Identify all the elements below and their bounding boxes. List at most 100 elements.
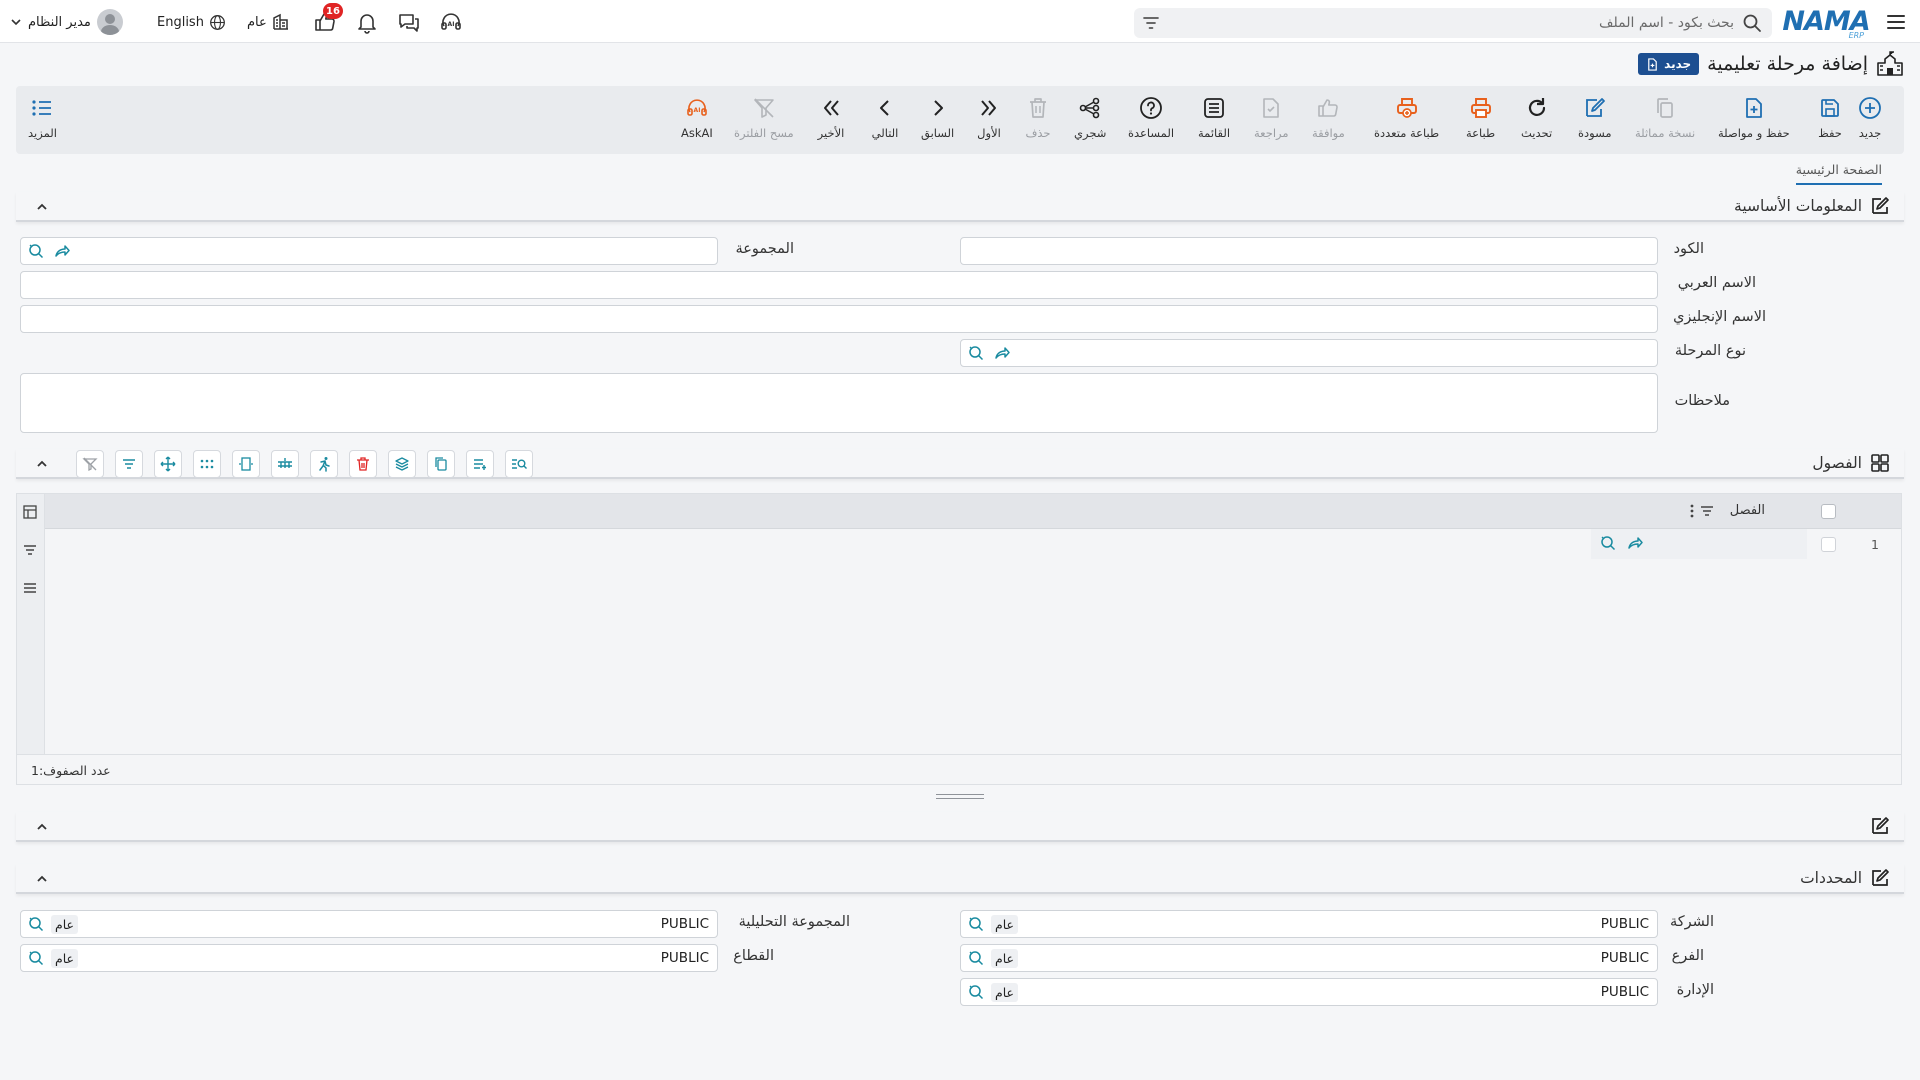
search-icon[interactable] — [1742, 13, 1762, 33]
previous-record-button[interactable]: السابق — [921, 94, 954, 146]
arabic-name-field[interactable] — [20, 271, 1658, 299]
ask-ai-button[interactable]: AI AskAI — [681, 94, 713, 146]
chevron-up-icon[interactable] — [32, 817, 52, 837]
list-button[interactable]: القائمة — [1198, 94, 1230, 146]
grid-runner-button[interactable] — [310, 450, 338, 478]
column-filter-icon[interactable] — [1699, 503, 1715, 519]
notes-field[interactable] — [20, 373, 1658, 433]
grid-clear-filter-button[interactable] — [76, 450, 104, 478]
company-field[interactable]: عام PUBLIC — [960, 910, 1658, 938]
duplicate-button[interactable]: نسخة مماثلة — [1635, 94, 1695, 146]
hamburger-menu-icon[interactable] — [1882, 8, 1910, 36]
grid-copy-button[interactable] — [427, 450, 455, 478]
language-switch[interactable]: English — [157, 10, 226, 34]
lookup-search-icon[interactable] — [1599, 534, 1617, 552]
lookup-search-icon[interactable] — [27, 915, 45, 933]
open-link-icon[interactable] — [1626, 534, 1644, 552]
language-label: English — [157, 14, 204, 30]
columns-panel-icon[interactable] — [22, 504, 38, 520]
school-icon — [1876, 51, 1904, 77]
ai-assistant-icon[interactable]: AI — [437, 9, 465, 35]
chat-icon[interactable] — [395, 9, 423, 35]
stage-type-field[interactable] — [960, 339, 1658, 367]
department-selector[interactable]: عام — [247, 10, 291, 34]
refresh-button[interactable]: تحديث — [1521, 94, 1552, 146]
last-record-button[interactable]: الأخير — [817, 94, 845, 146]
department-field[interactable]: عام PUBLIC — [960, 978, 1658, 1006]
search-filter-icon[interactable] — [1142, 14, 1160, 32]
analytic-group-field[interactable]: عام PUBLIC — [20, 910, 718, 938]
trash-icon — [1024, 94, 1052, 122]
lookup-search-icon[interactable] — [27, 949, 45, 967]
menu-panel-icon[interactable] — [22, 580, 38, 596]
classes-section-header[interactable]: الفصول — [16, 449, 1904, 479]
grid-layers-button[interactable] — [388, 450, 416, 478]
branch-label: الفرع — [1671, 948, 1704, 964]
open-link-icon[interactable] — [993, 344, 1011, 362]
column-menu-icon[interactable] — [1689, 503, 1695, 519]
basic-info-section-header[interactable]: المعلومات الأساسية — [16, 192, 1904, 222]
approvals-icon[interactable]: 16 — [311, 3, 343, 35]
branch-field[interactable]: عام PUBLIC — [960, 944, 1658, 972]
select-all-checkbox[interactable] — [1821, 504, 1836, 519]
grid-move-button[interactable] — [154, 450, 182, 478]
row-checkbox[interactable] — [1821, 537, 1836, 552]
more-button[interactable]: المزيد — [28, 94, 57, 146]
lookup-search-icon[interactable] — [967, 344, 985, 362]
untitled-section-header[interactable] — [16, 812, 1904, 842]
english-name-field[interactable] — [20, 305, 1658, 333]
grid-resize-handle[interactable] — [936, 793, 984, 801]
delete-button[interactable]: حذف — [1024, 94, 1052, 146]
file-check-icon — [1257, 94, 1285, 122]
grid-add-lines-button[interactable] — [466, 450, 494, 478]
lookup-search-icon[interactable] — [27, 242, 45, 260]
app-logo[interactable]: NAMA ERP — [1782, 4, 1870, 41]
search-input[interactable] — [1194, 8, 1734, 38]
save-continue-button[interactable]: حفظ و مواصلة — [1718, 94, 1790, 146]
user-menu[interactable]: مدير النظام — [10, 6, 123, 38]
column-header-class[interactable]: الفصل — [1730, 503, 1765, 518]
tab-main-page[interactable]: الصفحة الرئيسية — [1795, 162, 1882, 185]
tree-button[interactable]: شجري — [1074, 94, 1106, 146]
grid-dots-button[interactable] — [193, 450, 221, 478]
review-button[interactable]: مراجعة — [1254, 94, 1289, 146]
next-record-button[interactable]: التالي — [871, 94, 899, 146]
bell-icon[interactable] — [353, 9, 381, 35]
open-link-icon[interactable] — [53, 242, 71, 260]
classes-grid: الفصل 1 عدد الصفوف:1 — [16, 493, 1902, 785]
filter-panel-icon[interactable] — [22, 542, 38, 558]
class-cell[interactable] — [1591, 529, 1807, 559]
grid-delete-button[interactable] — [349, 450, 377, 478]
grid-fit-columns-button[interactable] — [232, 450, 260, 478]
save-icon — [1816, 94, 1844, 122]
group-field[interactable] — [20, 237, 718, 265]
svg-text:AI: AI — [448, 21, 455, 28]
table-row[interactable]: 1 — [45, 529, 1901, 559]
lookup-search-icon[interactable] — [967, 983, 985, 1001]
department-value: PUBLIC — [1600, 984, 1649, 1000]
grid-filter-button[interactable] — [115, 450, 143, 478]
list-icon — [1200, 94, 1228, 122]
lookup-search-icon[interactable] — [967, 915, 985, 933]
chevron-up-icon[interactable] — [32, 869, 52, 889]
print-button[interactable]: طباعة — [1466, 94, 1495, 146]
plus-circle-icon — [1856, 94, 1884, 122]
chevron-up-icon[interactable] — [32, 197, 52, 217]
save-button[interactable]: حفظ — [1816, 94, 1844, 146]
tree-icon — [1076, 94, 1104, 122]
draft-button[interactable]: مسودة — [1578, 94, 1612, 146]
grid-insert-row-button[interactable] — [271, 450, 299, 478]
first-record-button[interactable]: الأول — [975, 94, 1003, 146]
determinants-section-header[interactable]: المحددات — [16, 864, 1904, 894]
chevron-up-icon[interactable] — [32, 454, 52, 474]
multi-print-button[interactable]: طباعة متعددة — [1374, 94, 1439, 146]
grid-search-button[interactable] — [505, 450, 533, 478]
new-button[interactable]: جديد — [1856, 94, 1884, 146]
help-button[interactable]: المساعدة — [1128, 94, 1174, 146]
sector-field[interactable]: عام PUBLIC — [20, 944, 718, 972]
approve-button[interactable]: موافقة — [1312, 94, 1345, 146]
lookup-search-icon[interactable] — [967, 949, 985, 967]
clear-filter-button[interactable]: مسح الفلترة — [734, 94, 794, 146]
code-field[interactable] — [960, 237, 1658, 265]
branch-value: PUBLIC — [1600, 950, 1649, 966]
